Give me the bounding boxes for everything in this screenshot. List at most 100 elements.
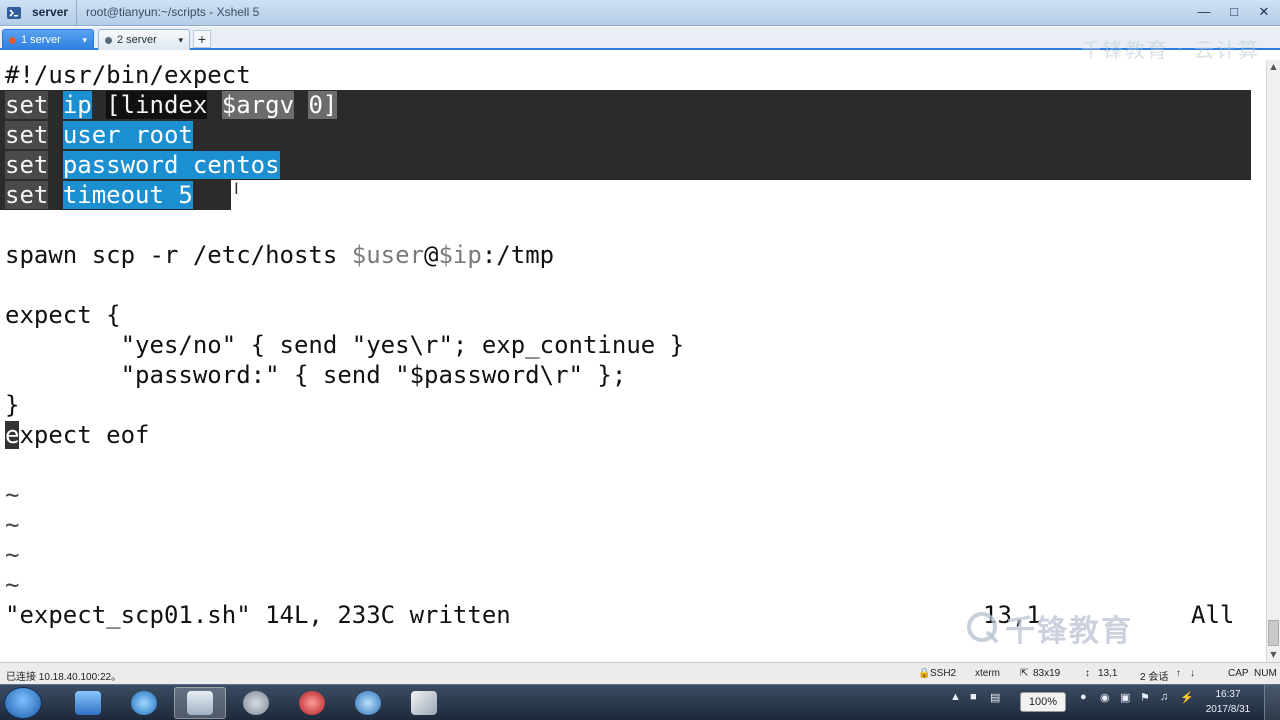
globe-icon [355, 691, 381, 715]
tab-session-2[interactable]: 2 server ▾ [98, 29, 190, 50]
taskbar-app-ie[interactable] [118, 687, 170, 719]
text-cursor-icon: I [234, 179, 239, 198]
scroll-up-icon[interactable]: ▲ [1267, 60, 1280, 74]
paint-icon [411, 691, 437, 715]
app-icon [243, 691, 269, 715]
download-icon: ↓ [1190, 668, 1195, 679]
var-user: $user [351, 241, 425, 269]
clock-date: 2017/8/31 [1205, 704, 1251, 715]
terminal-line: expect { [5, 301, 121, 329]
window-controls: — □ ✕ [1196, 4, 1272, 20]
cherry-icon [299, 691, 325, 715]
protocol-label: SSH2 [930, 668, 957, 679]
argv-token: $argv [221, 91, 295, 119]
tray-flag-icon[interactable]: ⚑ [1140, 691, 1150, 715]
show-desktop-button[interactable] [1264, 685, 1280, 720]
tray-chat-icon[interactable]: ◉ [1100, 691, 1110, 715]
keyword-set: set [5, 151, 49, 179]
at-sign: @ [424, 241, 439, 269]
tab-label: 2 server [117, 34, 157, 46]
xshell-app-icon[interactable] [6, 5, 22, 21]
terminal-line: set timeout 5 [0, 180, 231, 210]
var-value: centos [192, 151, 280, 179]
keyword-set: set [5, 181, 49, 209]
caps-indicator: CAP [1228, 668, 1249, 679]
terminal-line: "password:" { send "$password\r" }; [5, 361, 627, 389]
terminal-scrollbar[interactable]: ▲ ▼ [1266, 60, 1280, 662]
terminal-line: "yes/no" { send "yes\r"; exp_continue } [5, 331, 685, 359]
watermark-bottom: 千锋教育 [965, 603, 1133, 653]
folder-icon [75, 691, 101, 715]
tab-dropdown-icon[interactable]: ▾ [82, 30, 87, 51]
browser-icon [131, 691, 157, 715]
maximize-icon[interactable]: □ [1226, 4, 1242, 20]
num-indicator: NUM [1254, 668, 1277, 679]
clock-time: 16:37 [1215, 689, 1241, 700]
new-tab-button[interactable]: + [193, 30, 211, 48]
windows-taskbar: ▲ ■ ▤ 100% ● ◉ ▣ ⚑ ♫ ⚡ 16:37 2017/8/31 [0, 684, 1280, 720]
terminal-area[interactable]: #!/usr/bin/expect set ip [lindex $argv 0… [0, 60, 1262, 660]
session-name: server [32, 5, 69, 19]
tray-expand-icon[interactable]: ▲ [950, 691, 961, 715]
terminal-size: 83x19 [1033, 668, 1061, 679]
watermark-top: 千锋教育 · 云计算 [1080, 38, 1260, 62]
command-text: [lindex [106, 91, 208, 119]
terminal-line: #!/usr/bin/expect [5, 61, 251, 89]
tray-power-icon[interactable]: ⚡ [1180, 691, 1194, 715]
var-name: user [62, 121, 121, 149]
cursor-icon: ↕ [1085, 668, 1090, 679]
scrollbar-thumb[interactable] [1268, 620, 1279, 646]
vim-status-message: "expect_scp01.sh" 14L, 233C written [5, 601, 511, 629]
terminal-line: expect eof [5, 420, 150, 450]
session-count: 2 会话 [1140, 672, 1169, 683]
terminal-type: xterm [975, 668, 1000, 679]
tray-network-icon[interactable]: ▤ [990, 691, 1000, 715]
terminal-line: set password centos [5, 150, 280, 180]
scroll-down-icon[interactable]: ▼ [1267, 648, 1280, 662]
terminal-icon [187, 691, 213, 715]
taskbar-app-xshell[interactable] [174, 687, 226, 719]
terminal-line: } [5, 391, 20, 419]
empty-line-marker: ~ [5, 511, 20, 539]
taskbar-app-4[interactable] [230, 687, 282, 719]
close-icon[interactable]: ✕ [1256, 4, 1272, 20]
tray-app-icon[interactable]: ■ [970, 691, 977, 715]
taskbar-app-5[interactable] [286, 687, 338, 719]
system-clock[interactable]: 16:37 2017/8/31 [1200, 687, 1256, 717]
spawn-destination: :/tmp [481, 241, 555, 269]
taskbar-app-explorer[interactable] [62, 687, 114, 719]
status-position: 13,1 [1098, 668, 1118, 679]
expect-eof-text: xpect eof [19, 421, 150, 449]
vim-scroll-position: All [1191, 601, 1235, 629]
spawn-command: spawn scp -r /etc/hosts [5, 241, 352, 269]
upload-icon: ↑ [1176, 668, 1181, 679]
tab-dropdown-icon[interactable]: ▾ [178, 30, 183, 51]
session-status-dot-icon [9, 37, 16, 44]
connection-status: 已连接 10.18.40.100:22。 [6, 672, 122, 683]
tab-session-1[interactable]: 1 server ▾ [2, 29, 94, 50]
window-title: root@tianyun:~/scripts - Xshell 5 [86, 5, 260, 19]
lock-icon: 🔒 [918, 668, 931, 679]
keyword-set: set [5, 91, 49, 119]
taskbar-app-6[interactable] [342, 687, 394, 719]
tray-display-icon[interactable]: ▣ [1120, 691, 1130, 715]
vim-cursor: e [5, 421, 20, 449]
keyword-set: set [5, 121, 49, 149]
start-button[interactable] [4, 687, 42, 719]
tray-ime-icon[interactable]: ● [1080, 691, 1087, 715]
minimize-icon[interactable]: — [1196, 4, 1212, 20]
watermark-text: 千锋教育 [1005, 614, 1133, 649]
taskbar-app-7[interactable] [398, 687, 450, 719]
session-status-dot-icon [105, 37, 112, 44]
title-separator [76, 0, 77, 26]
empty-line-marker: ~ [5, 481, 20, 509]
var-name: ip [62, 91, 92, 119]
index-token: 0] [308, 91, 338, 119]
terminal-line: set ip [lindex $argv 0] [5, 90, 338, 120]
var-value: 5 [178, 181, 193, 209]
zoom-indicator[interactable]: 100% [1020, 692, 1066, 712]
tray-speaker-icon[interactable]: ♫ [1160, 691, 1168, 715]
terminal-line: set user root [5, 120, 193, 150]
resize-icon: ⇱ [1020, 668, 1029, 679]
terminal-line: spawn scp -r /etc/hosts $user@$ip:/tmp [5, 240, 554, 270]
